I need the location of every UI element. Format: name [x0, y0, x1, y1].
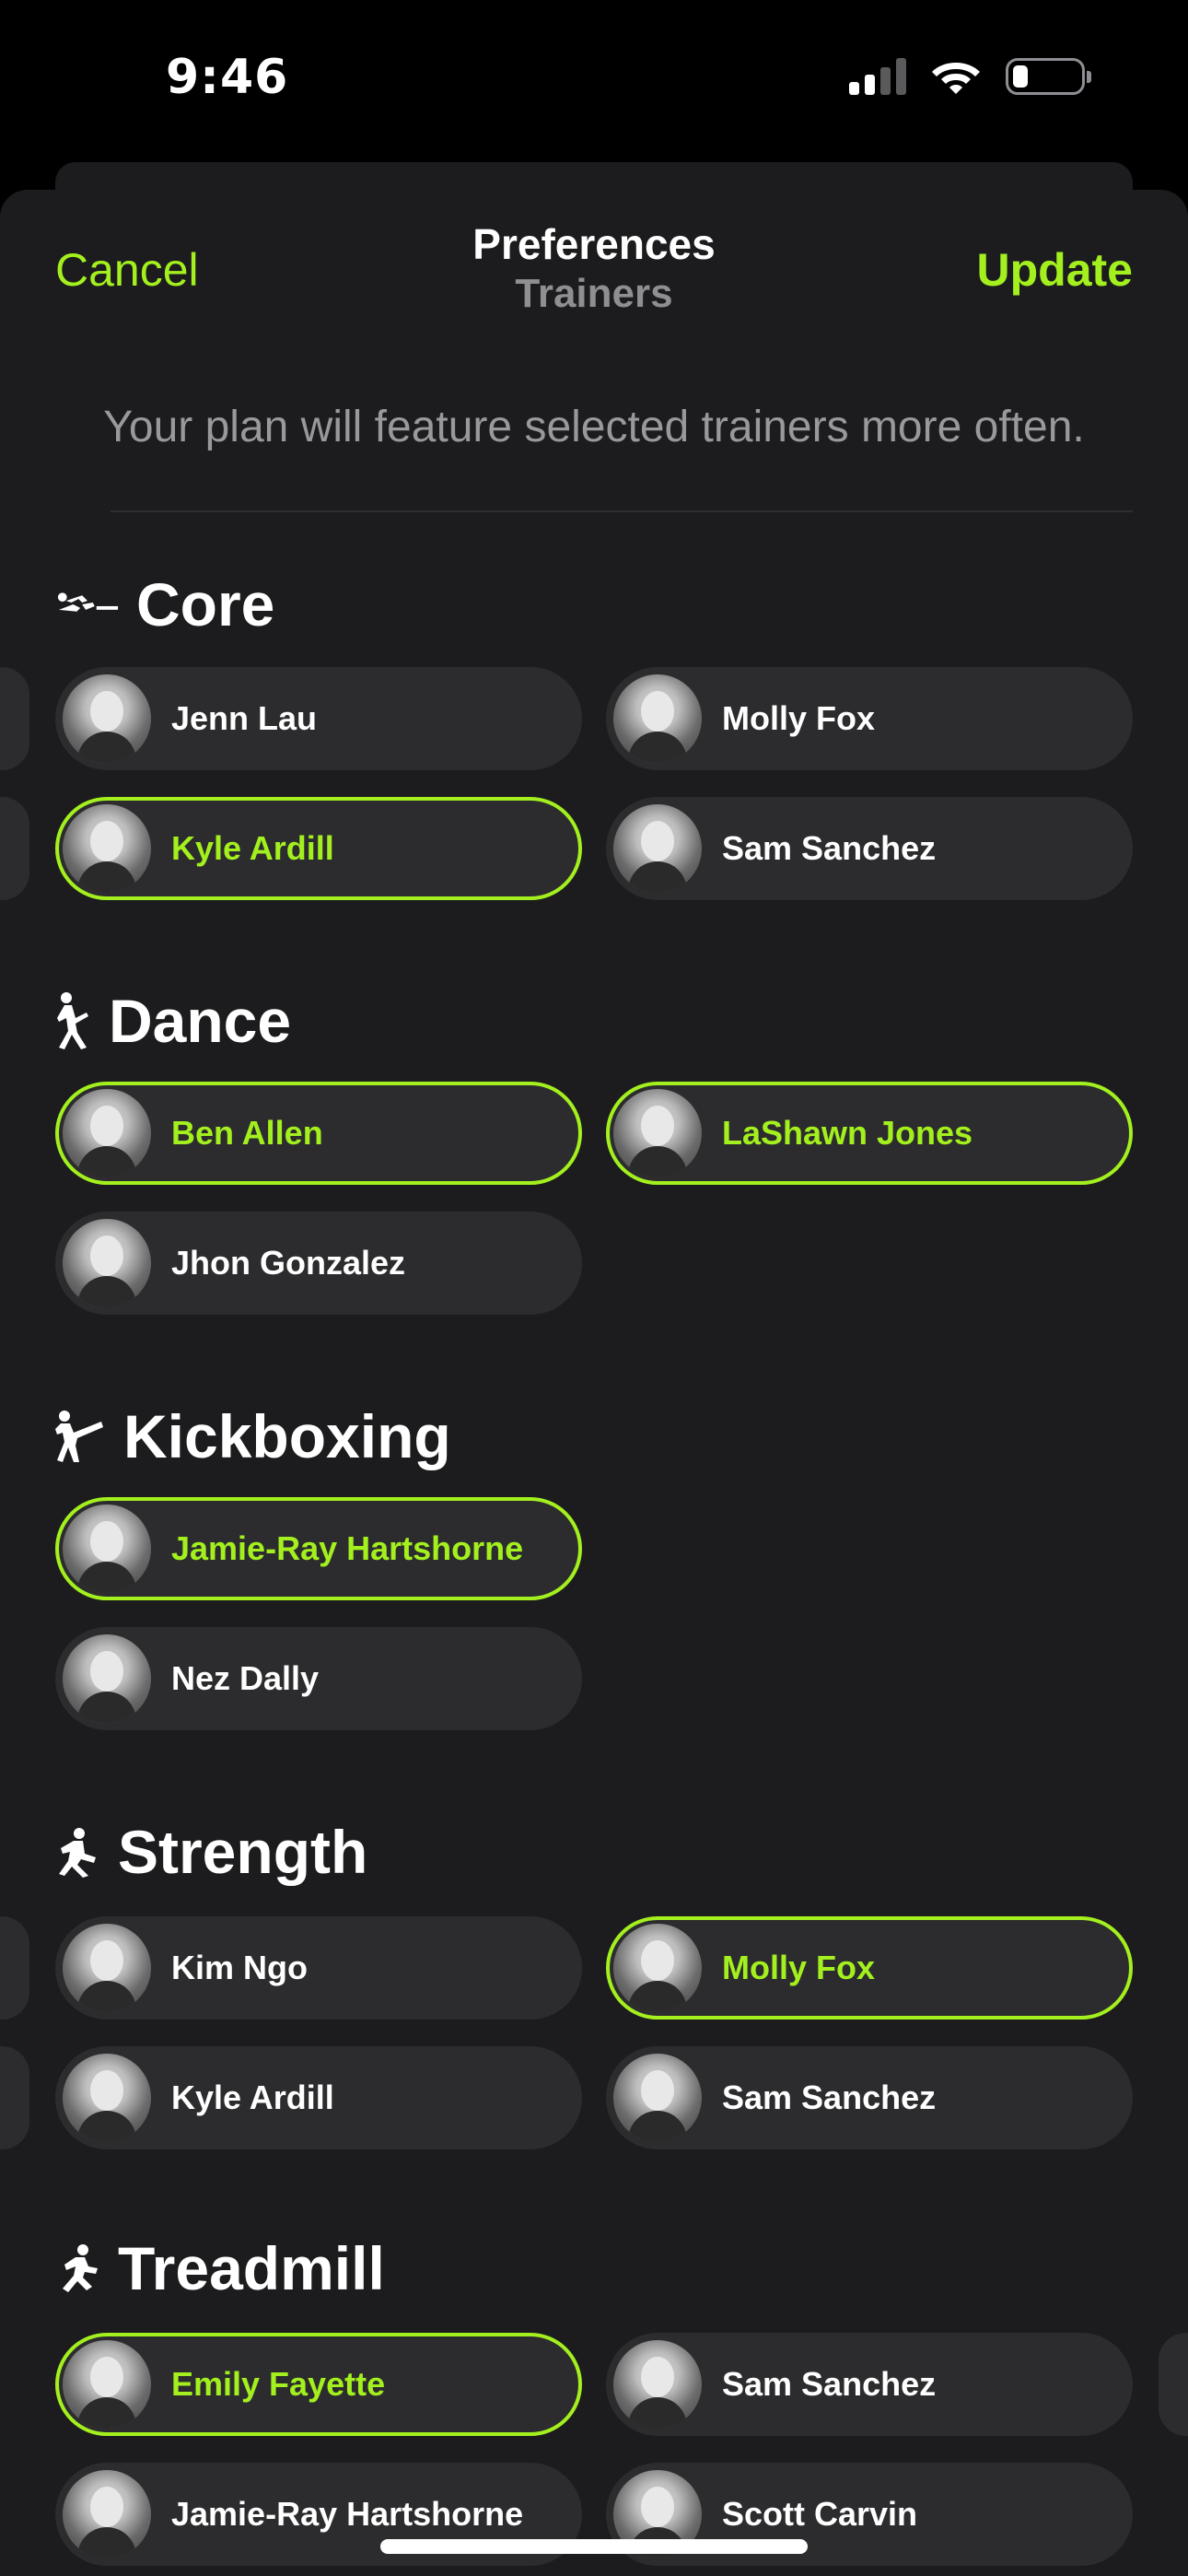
trainer-chip[interactable]: Sam Sanchez	[606, 2046, 1133, 2149]
core-icon	[55, 572, 120, 637]
trainer-chip-offscreen[interactable]	[0, 797, 29, 900]
section-header: Strength	[55, 1815, 367, 1889]
trainer-name: Jenn Lau	[171, 699, 318, 737]
status-icons	[849, 57, 1091, 96]
trainer-chip[interactable]: Jenn Lau	[55, 667, 582, 770]
home-indicator[interactable]	[380, 2539, 808, 2554]
intro-text: Your plan will feature selected trainers…	[103, 403, 1085, 451]
trainer-chip[interactable]: Jhon Gonzalez	[55, 1212, 582, 1315]
trainer-name: Sam Sanchez	[722, 829, 937, 867]
trainer-chip-offscreen[interactable]	[0, 2046, 29, 2149]
trainer-chip-offscreen[interactable]	[0, 667, 29, 770]
trainer-chip-selected[interactable]: Ben Allen	[55, 1082, 582, 1185]
status-time: 9:46	[166, 50, 289, 105]
trainer-chip[interactable]: Sam Sanchez	[606, 797, 1133, 900]
section-title: Kickboxing	[123, 1402, 451, 1470]
status-bar: 9:46	[0, 0, 1188, 161]
trainer-name: Kim Ngo	[171, 1949, 308, 1986]
trainer-name: Jamie-Ray Hartshorne	[171, 1529, 524, 1567]
trainer-avatar	[63, 2470, 151, 2558]
trainer-name: Emily Fayette	[171, 2365, 386, 2403]
trainer-avatar	[613, 674, 702, 763]
trainer-avatar	[63, 2340, 151, 2429]
kickboxing-icon	[55, 1404, 107, 1469]
dance-icon	[55, 989, 92, 1053]
trainer-avatar	[63, 804, 151, 893]
trainer-avatar	[613, 804, 702, 893]
trainer-avatar	[613, 2340, 702, 2429]
update-button[interactable]: Update	[977, 243, 1133, 297]
section-header: Dance	[55, 984, 291, 1058]
section-title: Core	[136, 570, 275, 638]
section-header: Kickboxing	[55, 1399, 451, 1473]
treadmill-icon	[55, 2236, 101, 2301]
divider	[111, 510, 1133, 512]
preferences-sheet: Cancel Preferences Trainers Update Your …	[0, 190, 1188, 2576]
trainer-name: Sam Sanchez	[722, 2365, 937, 2403]
section-title: Dance	[109, 987, 292, 1055]
trainer-name: Sam Sanchez	[722, 2078, 937, 2116]
trainer-name: Kyle Ardill	[171, 829, 334, 867]
trainer-name: Ben Allen	[171, 1114, 323, 1152]
battery-icon	[1006, 58, 1091, 95]
trainer-chip[interactable]: Nez Dally	[55, 1627, 582, 1730]
trainer-name: Molly Fox	[722, 699, 876, 737]
section-header: Core	[55, 568, 274, 641]
trainer-name: Nez Dally	[171, 1659, 320, 1697]
trainer-name: Molly Fox	[722, 1949, 876, 1986]
section-title: Treadmill	[118, 2234, 385, 2302]
trainer-name: Jamie-Ray Hartshorne	[171, 2495, 524, 2533]
strength-icon	[55, 1820, 101, 1884]
trainer-avatar	[613, 1924, 702, 2012]
trainer-chip[interactable]: Molly Fox	[606, 667, 1133, 770]
trainer-chip[interactable]: Kim Ngo	[55, 1916, 582, 2020]
trainer-avatar	[63, 674, 151, 763]
trainer-avatar	[63, 1924, 151, 2012]
trainer-chip-selected[interactable]: Molly Fox	[606, 1916, 1133, 2020]
wifi-icon	[932, 63, 980, 94]
section-title: Strength	[118, 1818, 368, 1886]
trainer-avatar	[63, 1089, 151, 1177]
cellular-signal-icon	[849, 58, 906, 95]
trainer-avatar	[613, 1089, 702, 1177]
trainer-name: Scott Carvin	[722, 2495, 918, 2533]
trainer-name: LaShawn Jones	[722, 1114, 973, 1152]
trainer-chip-selected[interactable]: Emily Fayette	[55, 2333, 582, 2436]
trainer-avatar	[613, 2054, 702, 2142]
trainer-avatar	[63, 1219, 151, 1307]
trainer-avatar	[63, 1634, 151, 1723]
trainer-chip[interactable]: Kyle Ardill	[55, 2046, 582, 2149]
trainer-chip-selected[interactable]: LaShawn Jones	[606, 1082, 1133, 1185]
trainer-chip-selected[interactable]: Kyle Ardill	[55, 797, 582, 900]
trainer-chip[interactable]: Sam Sanchez	[606, 2333, 1133, 2436]
trainer-name: Kyle Ardill	[171, 2078, 334, 2116]
trainer-chip-offscreen[interactable]	[1159, 2333, 1188, 2436]
section-header: Treadmill	[55, 2231, 385, 2305]
trainer-chip-offscreen[interactable]	[0, 1916, 29, 2020]
trainer-chip-selected[interactable]: Jamie-Ray Hartshorne	[55, 1497, 582, 1600]
trainer-name: Jhon Gonzalez	[171, 1244, 406, 1282]
trainer-avatar	[63, 1505, 151, 1593]
trainer-avatar	[63, 2054, 151, 2142]
